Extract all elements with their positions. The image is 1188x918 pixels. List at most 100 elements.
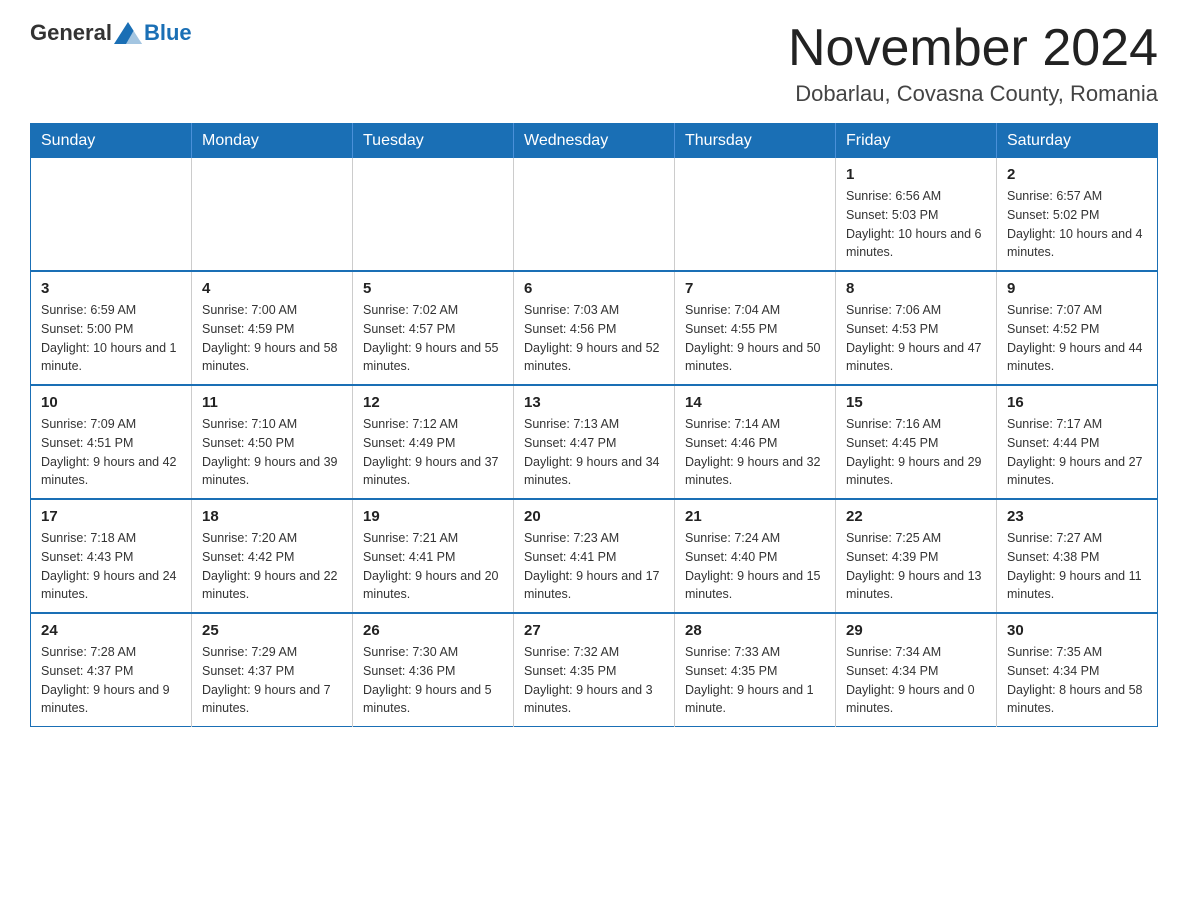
day-number: 7 [685,280,825,297]
day-info: Sunrise: 6:57 AMSunset: 5:02 PMDaylight:… [1007,187,1147,262]
day-number: 12 [363,394,503,411]
day-number: 17 [41,508,181,525]
day-number: 14 [685,394,825,411]
day-number: 10 [41,394,181,411]
calendar-cell [353,158,514,271]
day-info: Sunrise: 7:14 AMSunset: 4:46 PMDaylight:… [685,415,825,490]
week-row-1: 1 Sunrise: 6:56 AMSunset: 5:03 PMDaylight… [31,158,1158,271]
weekday-header-wednesday: Wednesday [514,124,675,159]
subtitle: Dobarlau, Covasna County, Romania [788,81,1158,107]
calendar-cell: 29 Sunrise: 7:34 AMSunset: 4:34 PMDayligh… [836,613,997,727]
weekday-header-saturday: Saturday [997,124,1158,159]
calendar-cell [675,158,836,271]
calendar-cell: 8 Sunrise: 7:06 AMSunset: 4:53 PMDaylight… [836,271,997,385]
calendar-cell: 14 Sunrise: 7:14 AMSunset: 4:46 PMDayligh… [675,385,836,499]
calendar-cell [514,158,675,271]
day-info: Sunrise: 7:02 AMSunset: 4:57 PMDaylight:… [363,301,503,376]
logo-icon [112,22,144,44]
day-number: 30 [1007,622,1147,639]
day-info: Sunrise: 7:24 AMSunset: 4:40 PMDaylight:… [685,529,825,604]
calendar-cell: 24 Sunrise: 7:28 AMSunset: 4:37 PMDayligh… [31,613,192,727]
day-info: Sunrise: 7:35 AMSunset: 4:34 PMDaylight:… [1007,643,1147,718]
page-title: November 2024 [788,20,1158,77]
day-number: 5 [363,280,503,297]
day-number: 28 [685,622,825,639]
calendar-cell: 5 Sunrise: 7:02 AMSunset: 4:57 PMDaylight… [353,271,514,385]
day-info: Sunrise: 7:33 AMSunset: 4:35 PMDaylight:… [685,643,825,718]
calendar-cell: 9 Sunrise: 7:07 AMSunset: 4:52 PMDaylight… [997,271,1158,385]
day-number: 8 [846,280,986,297]
calendar-cell: 6 Sunrise: 7:03 AMSunset: 4:56 PMDaylight… [514,271,675,385]
week-row-4: 17Sunrise: 7:18 AMSunset: 4:43 PMDayligh… [31,499,1158,613]
day-number: 24 [41,622,181,639]
day-number: 2 [1007,166,1147,183]
calendar-cell: 25Sunrise: 7:29 AMSunset: 4:37 PMDayligh… [192,613,353,727]
day-info: Sunrise: 7:00 AMSunset: 4:59 PMDaylight:… [202,301,342,376]
day-number: 22 [846,508,986,525]
day-info: Sunrise: 7:27 AMSunset: 4:38 PMDaylight:… [1007,529,1147,604]
calendar-cell: 2 Sunrise: 6:57 AMSunset: 5:02 PMDaylight… [997,158,1158,271]
day-info: Sunrise: 7:04 AMSunset: 4:55 PMDaylight:… [685,301,825,376]
day-info: Sunrise: 7:32 AMSunset: 4:35 PMDaylight:… [524,643,664,718]
day-info: Sunrise: 7:20 AMSunset: 4:42 PMDaylight:… [202,529,342,604]
day-number: 15 [846,394,986,411]
day-number: 18 [202,508,342,525]
day-number: 20 [524,508,664,525]
calendar-cell: 16 Sunrise: 7:17 AMSunset: 4:44 PMDayligh… [997,385,1158,499]
calendar-cell: 7 Sunrise: 7:04 AMSunset: 4:55 PMDaylight… [675,271,836,385]
day-info: Sunrise: 7:06 AMSunset: 4:53 PMDaylight:… [846,301,986,376]
day-info: Sunrise: 7:03 AMSunset: 4:56 PMDaylight:… [524,301,664,376]
day-number: 21 [685,508,825,525]
calendar-cell: 21 Sunrise: 7:24 AMSunset: 4:40 PMDayligh… [675,499,836,613]
day-number: 29 [846,622,986,639]
calendar-cell: 19 Sunrise: 7:21 AMSunset: 4:41 PMDayligh… [353,499,514,613]
day-number: 9 [1007,280,1147,297]
calendar-cell: 13 Sunrise: 7:13 AMSunset: 4:47 PMDayligh… [514,385,675,499]
day-number: 13 [524,394,664,411]
calendar-cell: 18 Sunrise: 7:20 AMSunset: 4:42 PMDayligh… [192,499,353,613]
day-info: Sunrise: 7:29 AMSunset: 4:37 PMDaylight:… [202,643,342,718]
day-info: Sunrise: 6:59 AMSunset: 5:00 PMDaylight:… [41,301,181,376]
day-info: Sunrise: 7:13 AMSunset: 4:47 PMDaylight:… [524,415,664,490]
calendar-header-row: SundayMondayTuesdayWednesdayThursdayFrid… [31,124,1158,159]
day-number: 11 [202,394,342,411]
day-number: 16 [1007,394,1147,411]
weekday-header-tuesday: Tuesday [353,124,514,159]
day-number: 26 [363,622,503,639]
day-info: Sunrise: 7:07 AMSunset: 4:52 PMDaylight:… [1007,301,1147,376]
calendar-cell: 23Sunrise: 7:27 AMSunset: 4:38 PMDayligh… [997,499,1158,613]
calendar-cell [192,158,353,271]
title-area: November 2024 Dobarlau, Covasna County, … [788,20,1158,107]
day-info: Sunrise: 6:56 AMSunset: 5:03 PMDaylight:… [846,187,986,262]
day-number: 27 [524,622,664,639]
week-row-5: 24 Sunrise: 7:28 AMSunset: 4:37 PMDayligh… [31,613,1158,727]
day-info: Sunrise: 7:28 AMSunset: 4:37 PMDaylight:… [41,643,181,718]
day-info: Sunrise: 7:12 AMSunset: 4:49 PMDaylight:… [363,415,503,490]
day-number: 1 [846,166,986,183]
header: General Blue November 2024 Dobarlau, Cov… [30,20,1158,107]
day-info: Sunrise: 7:30 AMSunset: 4:36 PMDaylight:… [363,643,503,718]
day-number: 6 [524,280,664,297]
calendar-cell: 1 Sunrise: 6:56 AMSunset: 5:03 PMDaylight… [836,158,997,271]
logo: General Blue [30,20,192,46]
calendar-cell: 15 Sunrise: 7:16 AMSunset: 4:45 PMDayligh… [836,385,997,499]
day-info: Sunrise: 7:23 AMSunset: 4:41 PMDaylight:… [524,529,664,604]
day-number: 19 [363,508,503,525]
day-info: Sunrise: 7:34 AMSunset: 4:34 PMDaylight:… [846,643,986,718]
day-info: Sunrise: 7:17 AMSunset: 4:44 PMDaylight:… [1007,415,1147,490]
day-number: 3 [41,280,181,297]
calendar-cell: 27 Sunrise: 7:32 AMSunset: 4:35 PMDayligh… [514,613,675,727]
day-info: Sunrise: 7:10 AMSunset: 4:50 PMDaylight:… [202,415,342,490]
calendar-cell: 20 Sunrise: 7:23 AMSunset: 4:41 PMDayligh… [514,499,675,613]
weekday-header-monday: Monday [192,124,353,159]
weekday-header-friday: Friday [836,124,997,159]
logo-blue-text: Blue [144,20,192,46]
calendar-cell: 26 Sunrise: 7:30 AMSunset: 4:36 PMDayligh… [353,613,514,727]
week-row-2: 3 Sunrise: 6:59 AMSunset: 5:00 PMDaylight… [31,271,1158,385]
day-info: Sunrise: 7:16 AMSunset: 4:45 PMDaylight:… [846,415,986,490]
day-info: Sunrise: 7:21 AMSunset: 4:41 PMDaylight:… [363,529,503,604]
day-number: 4 [202,280,342,297]
day-info: Sunrise: 7:25 AMSunset: 4:39 PMDaylight:… [846,529,986,604]
calendar-cell: 4 Sunrise: 7:00 AMSunset: 4:59 PMDaylight… [192,271,353,385]
weekday-header-sunday: Sunday [31,124,192,159]
